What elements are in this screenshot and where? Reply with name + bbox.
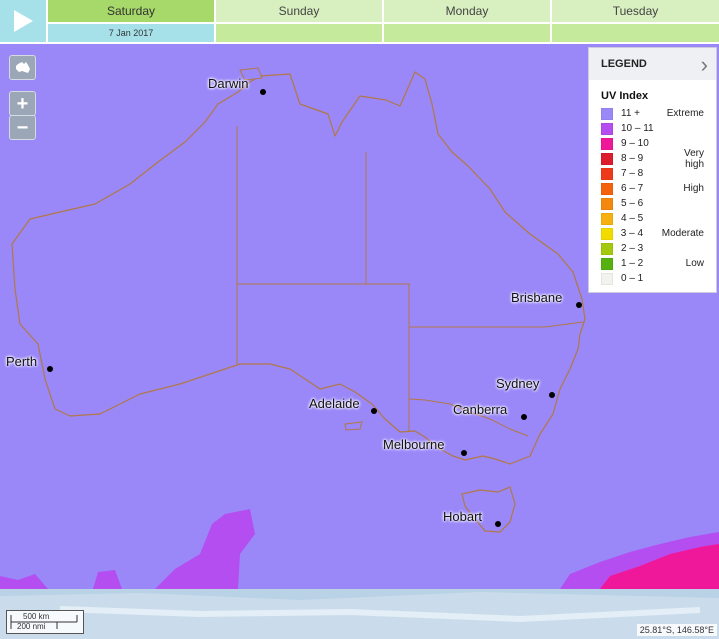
scale-km: 500 km [23,612,50,621]
city-label-sydney: Sydney [496,376,540,391]
legend-swatch [601,107,613,120]
legend-swatch [601,272,613,285]
timeline-bar: Saturday Sunday Monday Tuesday 7 Jan 201… [0,0,719,44]
legend-range: 2 – 3 [621,243,644,254]
scale-nmi: 200 nmi [17,622,46,631]
city-label-hobart: Hobart [443,509,483,524]
legend-row: 5 – 6 [589,196,716,211]
play-icon [14,10,33,32]
legend-swatch [601,167,613,180]
legend-swatch [601,152,613,165]
legend-category: Low [685,258,704,269]
legend-row: 0 – 1 [589,271,716,286]
legend-row: 4 – 5 [589,211,716,226]
legend-category: High [683,183,704,194]
scale-bar: 500 km 200 nmi [6,610,84,634]
legend-range: 10 – 11 [621,123,654,134]
legend-row: 1 – 2 Low [589,256,716,271]
legend-range: 3 – 4 [620,228,644,239]
city-marker-perth[interactable] [47,366,53,372]
city-marker-canberra[interactable] [521,414,527,420]
legend-range: 7 – 8 [621,168,644,179]
day-tab-saturday[interactable]: Saturday [48,0,214,22]
legend-panel: LEGEND › UV Index 11 + Extreme 10 – 11 9 – … [588,47,717,293]
legend-swatch [601,182,613,195]
city-marker-sydney[interactable] [549,392,555,398]
zoom-out-button[interactable]: − [9,115,36,140]
legend-category: Extreme [666,108,704,119]
city-marker-melbourne[interactable] [461,450,467,456]
legend-swatch [601,242,613,255]
legend-swatch [601,197,613,210]
cursor-coordinates: 25.81°S, 146.58°E [636,624,717,636]
australia-icon [15,61,30,73]
legend-row: 6 – 7 High [589,181,716,196]
legend-row: 8 – 9 Very high [589,148,716,170]
day-tab-sunday[interactable]: Sunday [216,0,382,22]
legend-range: 9 – 10 [621,138,649,149]
legend-range: 1 – 2 [621,258,644,269]
legend-row: 3 – 4 Moderate [589,226,716,241]
time-slot-monday[interactable] [384,24,550,42]
legend-swatch [601,137,613,150]
legend-range: 6 – 7 [621,183,644,194]
australia-extent-button[interactable] [9,55,36,80]
day-tab-tuesday[interactable]: Tuesday [552,0,719,22]
legend-range: 4 – 5 [621,213,644,224]
legend-swatch [601,227,613,240]
city-label-melbourne: Melbourne [383,437,445,452]
legend-row: 11 + Extreme [589,106,716,121]
city-marker-brisbane[interactable] [576,302,582,308]
legend-title: UV Index [601,90,649,102]
legend-range: 0 – 1 [621,273,644,284]
day-tab-monday[interactable]: Monday [384,0,550,22]
play-button[interactable] [0,0,46,42]
legend-range: 5 – 6 [621,198,644,209]
zoom-in-button[interactable]: + [9,91,36,116]
legend-category: Moderate [661,228,704,239]
selected-date[interactable]: 7 Jan 2017 [48,24,214,42]
city-label-adelaide: Adelaide [309,396,360,411]
legend-swatch [601,122,613,135]
time-slot-tuesday[interactable] [552,24,719,42]
legend-category: Very high [683,147,704,170]
city-marker-hobart[interactable] [495,521,501,527]
legend-row: 10 – 11 [589,121,716,136]
city-label-darwin: Darwin [208,76,249,91]
legend-toggle[interactable]: LEGEND › [589,48,716,80]
city-marker-adelaide[interactable] [371,408,377,414]
legend-header: LEGEND [601,58,647,70]
legend-rows: 11 + Extreme 10 – 11 9 – 10 8 – 9 Very high 7 … [589,106,716,286]
legend-swatch [601,212,613,225]
city-marker-darwin[interactable] [260,89,266,95]
city-label-canberra: Canberra [453,402,508,417]
legend-swatch [601,257,613,270]
chevron-right-icon[interactable]: › [701,52,708,78]
city-label-perth: Perth [6,354,38,369]
legend-range: 11 + [621,108,640,119]
time-slot-sunday[interactable] [216,24,382,42]
city-label-brisbane: Brisbane [511,290,563,305]
legend-row: 2 – 3 [589,241,716,256]
legend-range: 8 – 9 [621,153,644,164]
